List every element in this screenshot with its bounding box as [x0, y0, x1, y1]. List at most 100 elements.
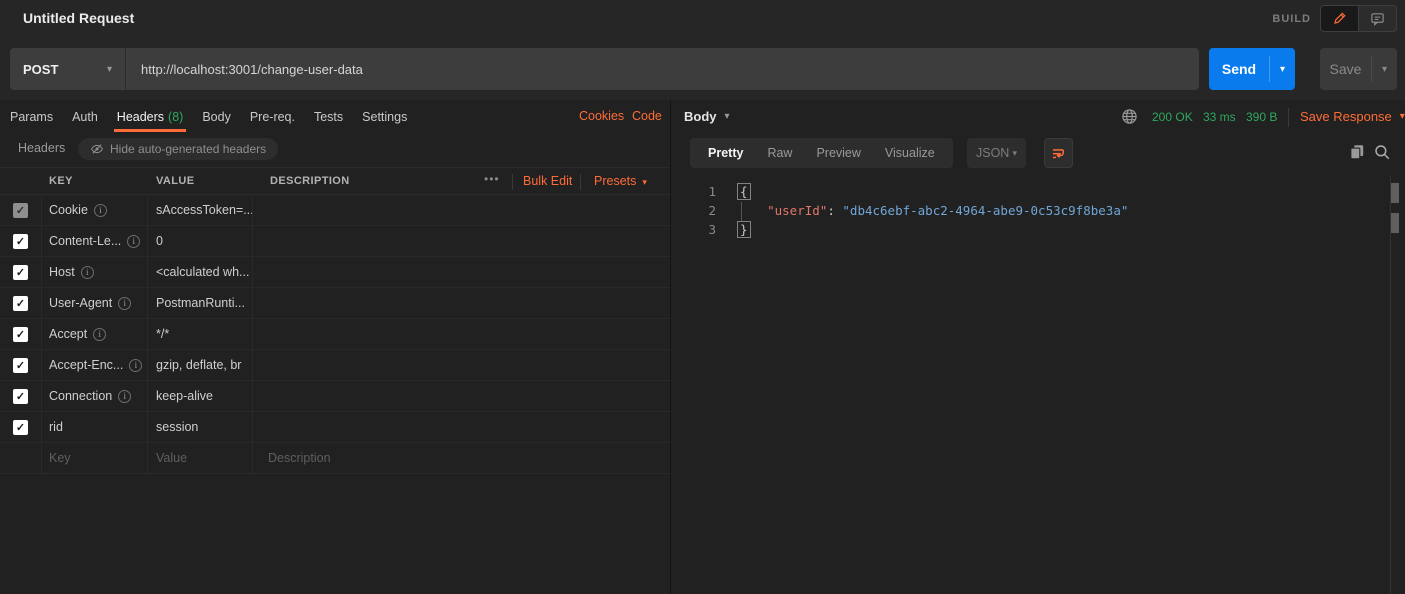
tab-params[interactable]: Params	[10, 101, 53, 132]
header-value-cell[interactable]: session	[148, 412, 253, 442]
header-checkbox[interactable]: ✓	[13, 389, 28, 404]
view-tab-pretty[interactable]: Pretty	[696, 146, 755, 160]
response-body-dropdown[interactable]: Body ▾	[684, 109, 730, 124]
header-key-text: Content-Le...	[49, 234, 121, 248]
header-description-cell[interactable]	[253, 226, 670, 256]
view-tab-raw[interactable]: Raw	[755, 146, 804, 160]
header-description-cell[interactable]	[253, 257, 670, 287]
send-button-label[interactable]: Send	[1209, 48, 1269, 90]
line-number: 2	[672, 201, 716, 220]
info-icon[interactable]: i	[129, 359, 142, 372]
request-row: POST ▾ http://localhost:3001/change-user…	[0, 38, 1405, 100]
new-key-input[interactable]: Key	[42, 443, 148, 473]
header-checkbox-cell: ✓	[0, 195, 42, 225]
info-icon[interactable]: i	[81, 266, 94, 279]
copy-icon[interactable]	[1348, 143, 1366, 161]
header-checkbox[interactable]: ✓	[13, 203, 28, 218]
header-description-cell[interactable]	[253, 381, 670, 411]
comment-icon	[1370, 11, 1385, 26]
request-panel: Params Auth Headers(8) Body Pre-req. Tes…	[0, 100, 671, 594]
header-checkbox-cell: ✓	[0, 350, 42, 380]
tab-tests[interactable]: Tests	[314, 101, 343, 132]
new-row-checkbox-cell	[0, 443, 42, 473]
url-input[interactable]: http://localhost:3001/change-user-data	[126, 48, 1199, 90]
more-options-icon[interactable]: •••	[484, 172, 500, 186]
header-key-text: Accept	[49, 327, 87, 341]
send-button[interactable]: Send ▾	[1209, 48, 1295, 90]
tab-headers[interactable]: Headers(8)	[117, 101, 184, 132]
divider	[580, 174, 581, 190]
method-select[interactable]: POST ▾	[10, 48, 125, 90]
hide-autogenerated-toggle[interactable]: Hide auto-generated headers	[78, 138, 278, 160]
info-icon[interactable]: i	[127, 235, 140, 248]
header-key-cell[interactable]: Accept i	[42, 319, 148, 349]
format-dropdown[interactable]: JSON ▾	[967, 138, 1026, 168]
header-description-cell[interactable]	[253, 195, 670, 225]
header-key-text: Accept-Enc...	[49, 358, 123, 372]
new-description-input[interactable]: Description	[253, 443, 670, 473]
header-value-cell[interactable]: keep-alive	[148, 381, 253, 411]
header-value-cell[interactable]: gzip, deflate, br	[148, 350, 253, 380]
new-value-input[interactable]: Value	[148, 443, 253, 473]
send-options-button[interactable]: ▾	[1270, 48, 1295, 90]
edit-mode-button[interactable]	[1321, 6, 1358, 31]
header-value-cell[interactable]: <calculated wh...	[148, 257, 253, 287]
header-value-cell[interactable]: sAccessToken=...	[148, 195, 253, 225]
header-value-cell[interactable]: 0	[148, 226, 253, 256]
search-icon[interactable]	[1373, 143, 1391, 161]
header-key-cell[interactable]: Accept-Enc... i	[42, 350, 148, 380]
header-description-cell[interactable]	[253, 288, 670, 318]
response-view-tabs: Pretty Raw Preview Visualize	[690, 138, 953, 168]
chevron-down-icon: ▾	[107, 64, 112, 75]
header-key-cell[interactable]: rid i	[42, 412, 148, 442]
wrap-lines-button[interactable]	[1044, 138, 1073, 168]
bulk-edit-link[interactable]: Bulk Edit	[523, 174, 572, 188]
header-key-cell[interactable]: Host i	[42, 257, 148, 287]
view-tab-preview[interactable]: Preview	[804, 146, 872, 160]
info-icon[interactable]: i	[118, 297, 131, 310]
header-key-cell[interactable]: Connection i	[42, 381, 148, 411]
comment-mode-button[interactable]	[1358, 6, 1396, 31]
header-description-cell[interactable]	[253, 412, 670, 442]
code-link[interactable]: Code	[632, 109, 662, 123]
header-row: ✓ rid i session	[0, 412, 670, 443]
editor-scrollbar[interactable]	[1390, 176, 1391, 594]
header-checkbox[interactable]: ✓	[13, 296, 28, 311]
view-tab-visualize[interactable]: Visualize	[873, 146, 947, 160]
tab-auth[interactable]: Auth	[72, 101, 98, 132]
save-response-dropdown[interactable]: Save Response ▾	[1300, 109, 1405, 124]
network-globe-icon[interactable]	[1121, 108, 1138, 125]
fold-close-brace[interactable]: }	[737, 221, 751, 238]
header-checkbox[interactable]: ✓	[13, 358, 28, 373]
info-icon[interactable]: i	[93, 328, 106, 341]
header-description-cell[interactable]	[253, 319, 670, 349]
info-icon[interactable]: i	[118, 390, 131, 403]
tab-settings[interactable]: Settings	[362, 101, 407, 132]
header-key-cell[interactable]: User-Agent i	[42, 288, 148, 318]
scrollbar-mark	[1391, 183, 1399, 203]
header-description-cell[interactable]	[253, 350, 670, 380]
header-value-cell[interactable]: */*	[148, 319, 253, 349]
header-row: ✓ Connection i keep-alive	[0, 381, 670, 412]
save-button[interactable]: Save ▾	[1320, 48, 1397, 90]
response-code-editor[interactable]: 1 { 2 "userId": "db4c6ebf-abc2-4964-abe9…	[672, 176, 1405, 594]
header-key-cell[interactable]: Content-Le... i	[42, 226, 148, 256]
presets-dropdown[interactable]: Presets▾	[594, 174, 647, 188]
pencil-icon	[1332, 11, 1347, 26]
info-icon[interactable]: i	[94, 204, 107, 217]
tab-body[interactable]: Body	[202, 101, 231, 132]
header-checkbox[interactable]: ✓	[13, 234, 28, 249]
header-key-cell[interactable]: Cookie i	[42, 195, 148, 225]
fold-open-brace[interactable]: {	[737, 183, 751, 200]
header-value-cell[interactable]: PostmanRunti...	[148, 288, 253, 318]
cookies-link[interactable]: Cookies	[579, 109, 624, 123]
header-row: ✓ Content-Le... i 0	[0, 226, 670, 257]
header-checkbox[interactable]: ✓	[13, 265, 28, 280]
header-checkbox[interactable]: ✓	[13, 327, 28, 342]
tab-pre-request[interactable]: Pre-req.	[250, 101, 295, 132]
save-button-label[interactable]: Save	[1320, 48, 1371, 90]
header-key-text: User-Agent	[49, 296, 112, 310]
header-checkbox[interactable]: ✓	[13, 420, 28, 435]
line-number: 3	[672, 220, 716, 239]
save-options-button[interactable]: ▾	[1372, 48, 1397, 90]
